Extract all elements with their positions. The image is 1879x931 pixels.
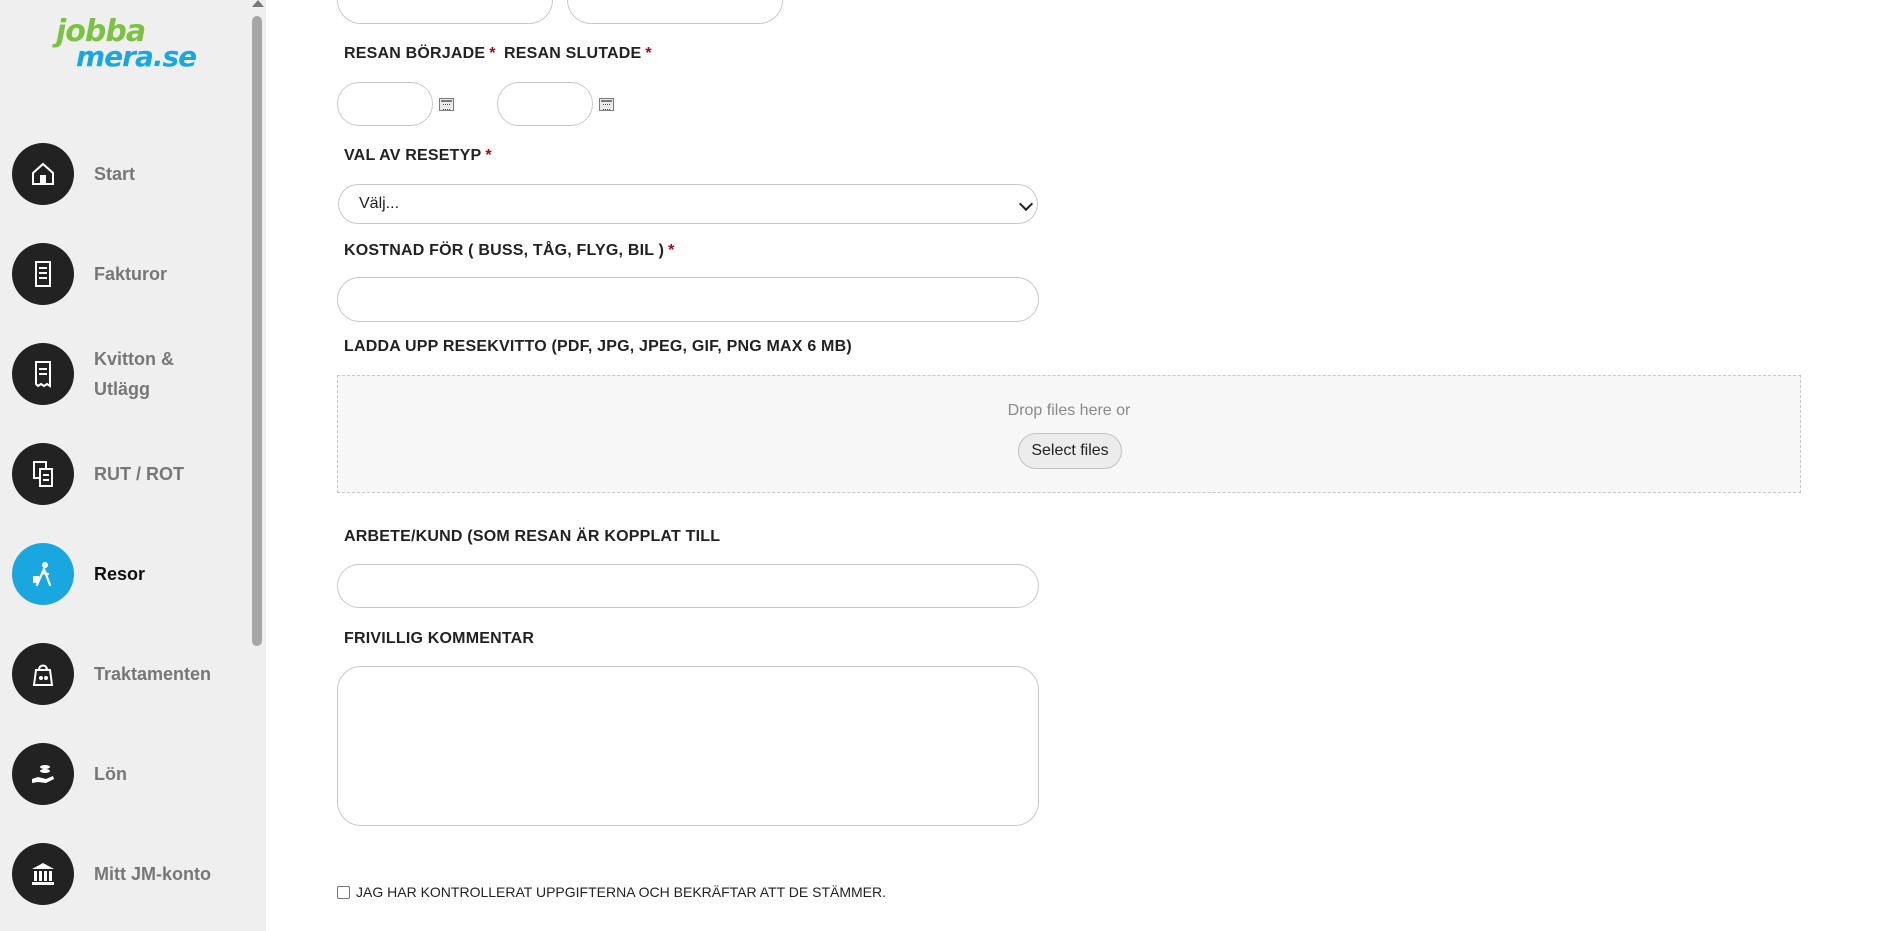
sidebar-item-rut-rot[interactable]: RUT / ROT (12, 442, 248, 506)
sidebar-item-start[interactable]: Start (12, 142, 248, 206)
required-mark: * (668, 242, 675, 259)
salary-hand-icon (12, 743, 74, 805)
sidebar-item-label: Start (94, 164, 136, 184)
prev-field-2[interactable] (567, 0, 783, 24)
trip-type-label-text: VAL AV RESETYP (344, 147, 482, 164)
comment-textarea[interactable] (337, 666, 1039, 826)
sidebar-item-resor[interactable]: Resor (12, 542, 248, 606)
required-mark: * (485, 147, 492, 164)
documents-icon (12, 443, 74, 505)
trip-ended-label: RESAN SLUTADE * (504, 45, 652, 63)
trip-type-select[interactable]: Välj... (338, 184, 1038, 224)
logo-text-mera: mera.se (76, 40, 197, 73)
sidebar-item-lon[interactable]: Lön (12, 742, 248, 806)
sidebar-scrollbar-thumb[interactable] (252, 16, 262, 646)
comment-label: FRIVILLIG KOMMENTAR (344, 630, 535, 647)
logo[interactable]: jobba mera.se (48, 14, 198, 76)
cost-input[interactable] (337, 277, 1039, 322)
sidebar-item-label: RUT / ROT (94, 464, 184, 484)
traveler-icon (12, 543, 74, 605)
drop-files-text: Drop files here or (1007, 402, 1131, 419)
file-dropzone[interactable]: Drop files here or Select files (337, 375, 1801, 493)
trip-type-selected-value: Välj... (359, 195, 400, 212)
chevron-down-icon (1018, 196, 1034, 212)
select-files-button[interactable]: Select files (1018, 433, 1122, 469)
sidebar-item-label: Kvitton & Utlägg (94, 349, 174, 399)
prev-field-1[interactable] (337, 0, 553, 24)
receipt-icon (12, 343, 74, 405)
confirm-label: JAG HAR KONTROLLERAT UPPGIFTERNA OCH BEK… (356, 884, 887, 900)
sidebar-item-label: Mitt JM-konto (94, 864, 211, 884)
sidebar-item-kvitton[interactable]: Kvitton & Utlägg (12, 342, 248, 406)
calendar-icon[interactable] (599, 98, 614, 111)
trip-type-label: VAL AV RESETYP * (344, 147, 492, 165)
invoice-icon (12, 243, 74, 305)
bag-icon (12, 643, 74, 705)
required-mark: * (489, 45, 496, 62)
sidebar-item-traktamenten[interactable]: Traktamenten (12, 642, 248, 706)
trip-ended-label-text: RESAN SLUTADE (504, 45, 642, 62)
calendar-icon[interactable] (439, 98, 454, 111)
cost-label: KOSTNAD FÖR ( BUSS, TÅG, FLYG, BIL ) * (344, 242, 675, 260)
trip-started-label: RESAN BÖRJADE * (344, 45, 496, 63)
confirm-checkbox[interactable] (337, 886, 350, 899)
house-icon (12, 143, 74, 205)
sidebar-item-label: Lön (94, 764, 127, 784)
bank-icon (12, 843, 74, 905)
sidebar-item-fakturor[interactable]: Fakturor (12, 242, 248, 306)
sidebar-item-label: Resor (94, 564, 146, 584)
sidebar-item-label: Fakturor (94, 264, 168, 284)
trip-started-label-text: RESAN BÖRJADE (344, 45, 486, 62)
work-client-input[interactable] (337, 564, 1039, 608)
cost-label-text: KOSTNAD FÖR ( BUSS, TÅG, FLYG, BIL ) (344, 242, 665, 259)
scroll-up-arrow-icon[interactable] (252, 0, 264, 7)
work-client-label: ARBETE/KUND (SOM RESAN ÄR KOPPLAT TILL (344, 528, 721, 545)
sidebar: jobba mera.se Start Fakturor Kvitton & U… (0, 0, 248, 931)
sidebar-item-label: Traktamenten (94, 664, 212, 684)
sidebar-item-mitt-jm-konto[interactable]: Mitt JM-konto (12, 842, 248, 906)
trip-started-input[interactable] (337, 82, 433, 126)
trip-ended-input[interactable] (497, 82, 593, 126)
upload-label: LADDA UPP RESEKVITTO (PDF, JPG, JPEG, GI… (344, 338, 852, 355)
required-mark: * (645, 45, 652, 62)
